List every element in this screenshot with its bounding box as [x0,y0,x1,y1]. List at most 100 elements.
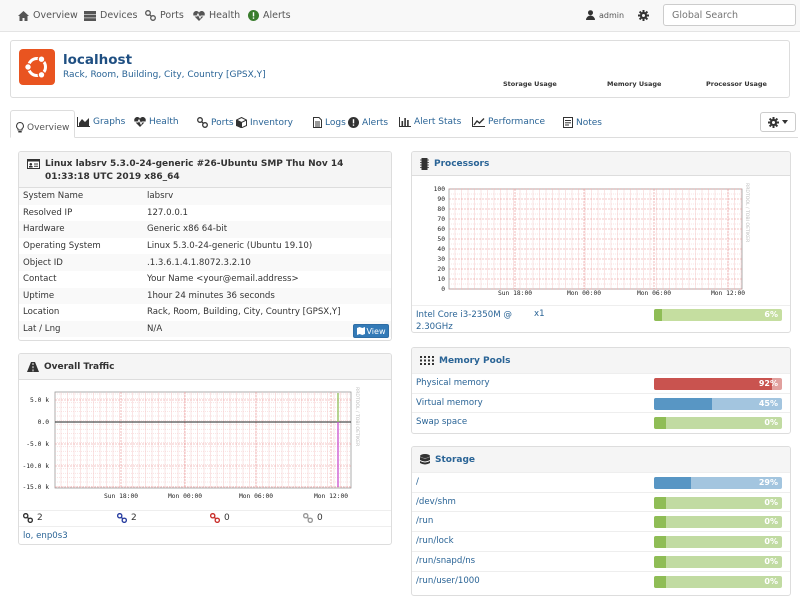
overview-key: System Name [19,188,143,205]
ports-disabled[interactable]: 0 [303,513,323,523]
tab-ports[interactable]: Ports [197,117,234,128]
storage-row-usage-bar: 0% [654,575,782,588]
id-card-icon [27,159,40,169]
memory-pools-panel: Memory Pools Physical memory 92% Virtual m… [411,347,791,434]
overview-row: Operating System Linux 5.3.0-24-generic (… [19,238,391,255]
interface-list[interactable]: lo, enp0s3 [19,526,391,544]
traffic-title: Overall Traffic [44,361,115,372]
overview-row: Uptime 1hour 24 minutes 36 seconds [19,287,391,305]
storage-panel: Storage /29%/dev/shm 0%/run 0%/run/lock 0% /… [411,446,791,596]
y-tick-label: 40 [437,246,445,253]
processors-title-link[interactable]: Processors [434,159,489,169]
tab-ports-label: Ports [211,117,234,128]
storage-row[interactable]: /dev/shm 0% [412,491,790,512]
microchip-icon [420,157,429,170]
exclamation-circle-icon [348,117,359,128]
memory-pool-row-usage-bar: 45% [654,397,782,410]
tab-overview[interactable]: Overview [10,110,76,138]
nav-ports[interactable]: Ports [145,10,184,21]
user-name: admin [599,10,625,20]
map-view-button[interactable]: View [353,324,389,338]
memory-pool-row-usage-fill [654,397,712,410]
memory-pool-row[interactable]: Physical memory 92% [412,373,790,393]
overview-key: Contact [23,274,57,285]
memory-pool-row-usage-percent: 0% [764,418,778,428]
traffic-panel: Overall Traffic RRDTOOL / TOBI OETIKER 5… [18,353,392,545]
tab-graphs[interactable]: Graphs [77,117,125,127]
x-tick-label: Sun 18:00 [498,290,532,297]
overview-row: Object ID .1.3.6.1.4.1.8072.3.2.10 [19,254,391,271]
overview-key: Hardware [19,221,143,238]
overview-panel-header: Linux labsrv 5.3.0-24-generic #26-Ubuntu… [19,152,391,188]
global-search-input[interactable] [663,4,796,26]
ports-down[interactable]: 0 [210,513,230,523]
y-tick-label: 30 [437,256,445,263]
database-icon [420,454,430,465]
processors-panel-header: Processors [412,152,790,176]
user-menu[interactable]: admin [586,10,624,20]
server-icon [84,10,96,21]
processor-row[interactable]: Intel Core i3-2350M @ 2.30GHz x1 6% [412,305,790,332]
storage-row-usage-fill [654,516,666,529]
device-settings-button[interactable] [760,112,796,132]
overview-value: Rack, Room, Building, City, Country [GPS… [147,307,341,318]
x-tick-label: Mon 06:00 [637,290,671,297]
overview-row: Hardware Generic x86 64-bit [19,221,391,238]
settings-menu[interactable] [638,10,649,21]
processors-panel: Processors RRDTOOL / TOBI OETIKER 100 90 8… [411,151,791,333]
ubuntu-logo-icon [19,49,55,85]
tab-performance[interactable]: Performance [472,117,545,127]
overview-value: .1.3.6.1.4.1.8072.3.2.10 [143,254,391,271]
y-tick-label: 0.0 [38,419,50,426]
y-tick-label: 60 [437,226,445,233]
y-tick-label: -5.0 k [26,441,49,448]
nav-overview[interactable]: Overview [18,10,78,21]
storage-row-usage-percent: 29% [758,478,778,487]
device-hostname-link[interactable]: localhost [63,52,132,68]
y-tick-label: 80 [437,206,445,213]
memory-pool-row[interactable]: Swap space 0% [412,412,790,432]
processor-usage-percent: 6% [764,310,778,319]
ports-down-count: 0 [224,513,230,523]
memory-title-link[interactable]: Memory Pools [439,356,510,366]
link-icon [303,513,313,523]
caret-down-icon [782,120,788,124]
device-location-link[interactable]: Rack, Room, Building, City, Country [GPS… [63,70,266,80]
nav-devices-label: Devices [100,10,138,21]
tab-alert-stats[interactable]: Alert Stats [399,117,461,127]
ports-total[interactable]: 2 [23,513,43,523]
storage-row[interactable]: /run/snapd/ns 0% [412,550,790,571]
ports-up[interactable]: 2 [117,513,137,523]
nav-health[interactable]: Health [193,10,240,21]
storage-row-usage-fill [654,536,666,549]
storage-row[interactable]: /run 0% [412,511,790,531]
storage-row[interactable]: / 29% [412,472,790,492]
tab-inventory[interactable]: Inventory [236,117,293,128]
processor-name: Intel Core i3-2350M @ 2.30GHz [416,310,512,332]
link-icon [145,10,156,21]
tab-notes[interactable]: Notes [563,117,602,128]
overview-row: Location Rack, Room, Building, City, Coun… [19,304,391,321]
device-tabs: Overview Graphs Health Ports Inventory L… [10,110,798,138]
notes-icon [563,117,573,128]
memory-pool-row-usage-fill [654,378,772,390]
heartbeat-icon [134,117,146,127]
y-tick-label: -10.0 k [22,463,49,470]
overview-panel: Linux labsrv 5.3.0-24-generic #26-Ubuntu… [18,151,392,341]
nav-devices[interactable]: Devices [84,10,137,21]
storage-row[interactable]: /run/lock 0% [412,531,790,551]
tab-alerts[interactable]: Alerts [348,117,388,128]
overview-value: Your Name <your@email.address> [147,274,299,285]
tab-alerts-label: Alerts [362,117,389,128]
nav-alerts[interactable]: Alerts [248,10,291,21]
memory-pool-row[interactable]: Virtual memory 45% [412,392,790,413]
traffic-watermark: RRDTOOL / TOBI OETIKER [354,387,360,447]
storage-title-link[interactable]: Storage [435,455,475,465]
tab-notes-label: Notes [576,117,602,128]
memory-pool-row-usage-bar: 0% [654,417,782,430]
tab-health[interactable]: Health [134,117,179,127]
storage-row-usage-percent: 0% [764,576,778,586]
storage-usage-label: Storage Usage [503,80,557,88]
link-icon [23,513,33,523]
tab-logs[interactable]: Logs [313,117,346,128]
